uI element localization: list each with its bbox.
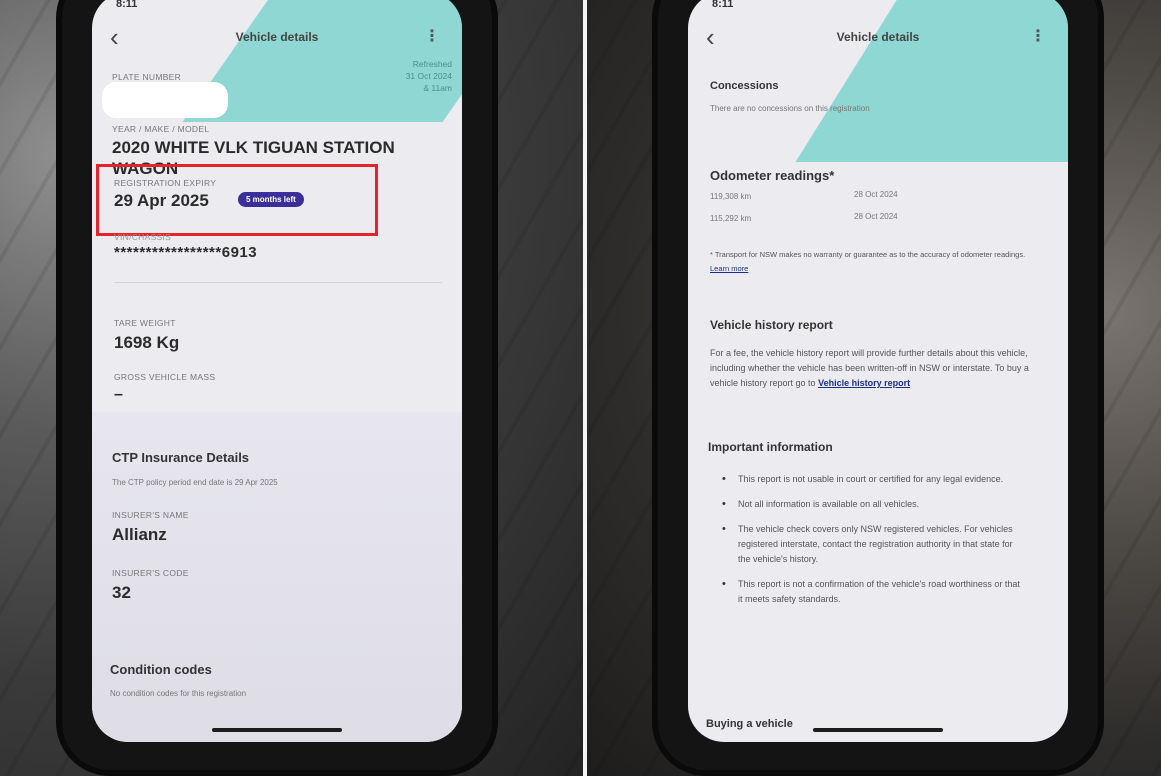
history-text: For a fee, the vehicle history report wi… [710, 346, 1040, 391]
redacted-plate [102, 82, 228, 118]
refreshed-date: 31 Oct 2024 [405, 71, 452, 81]
odometer-heading: Odometer readings* [710, 168, 835, 183]
tare-weight-label: TARE WEIGHT [114, 318, 176, 328]
gvm-label: GROSS VEHICLE MASS [114, 372, 216, 382]
refreshed-label: Refreshed [412, 59, 452, 69]
left-photo: 8:11 ‹ Vehicle details ⋮ PLATE NUMBER Re… [0, 0, 583, 776]
important-item-2: Not all information is available on all … [716, 497, 1026, 512]
months-left-badge: 5 months left [238, 192, 304, 207]
concessions-heading: Concessions [710, 80, 779, 92]
important-item-1: This report is not usable in court or ce… [716, 472, 1026, 487]
app-header: ‹ Vehicle details ⋮ [92, 22, 462, 56]
ctp-heading: CTP Insurance Details [112, 450, 250, 465]
important-list: This report is not usable in court or ce… [716, 472, 1026, 617]
condition-codes-heading: Condition codes [110, 662, 212, 677]
home-indicator[interactable] [212, 728, 342, 732]
concessions-text: There are no concessions on this registr… [710, 104, 870, 113]
learn-more-link[interactable]: Learn more [710, 264, 748, 273]
ymm-label: YEAR / MAKE / MODEL [112, 124, 210, 134]
page-title: Vehicle details [235, 30, 319, 44]
odometer-date-2: 28 Oct 2024 [854, 212, 898, 221]
more-options-icon[interactable]: ⋮ [424, 26, 440, 46]
condition-codes-text: No condition codes for this registration [110, 689, 247, 698]
rego-expiry-label: REGISTRATION EXPIRY [114, 178, 217, 188]
ctp-text: The CTP policy period end date is 29 Apr… [112, 478, 278, 487]
gvm-value: – [114, 386, 123, 403]
insurer-name-label: INSURER'S NAME [112, 510, 189, 520]
refreshed-time: & 11am [423, 83, 452, 93]
vehicle-history-report-link[interactable]: Vehicle history report [818, 378, 910, 388]
home-indicator[interactable] [813, 728, 943, 732]
important-heading: Important information [708, 440, 833, 454]
insurer-code-value: 32 [112, 583, 131, 602]
vehicle-details-screen-scrolled: 8:11 ‹ Vehicle details ⋮ Concessions The… [688, 0, 1068, 742]
page-title: Vehicle details [836, 30, 920, 44]
odometer-reading-1: 119,308 km [710, 192, 752, 201]
right-photo: 8:11 ‹ Vehicle details ⋮ Concessions The… [587, 0, 1161, 776]
odometer-note: * Transport for NSW makes no warranty or… [710, 248, 1030, 276]
vin-label: VIN/CHASSIS [114, 232, 172, 242]
vin-value: *****************6913 [114, 244, 258, 261]
divider [114, 282, 442, 283]
status-time: 8:11 [116, 0, 138, 10]
history-heading: Vehicle history report [710, 318, 833, 332]
plate-number-label: PLATE NUMBER [112, 72, 182, 82]
more-options-icon[interactable]: ⋮ [1030, 26, 1046, 46]
odometer-note-text: * Transport for NSW makes no warranty or… [710, 250, 1026, 259]
odometer-date-1: 28 Oct 2024 [854, 190, 898, 199]
important-item-3: The vehicle check covers only NSW regist… [716, 522, 1026, 567]
vehicle-details-screen: 8:11 ‹ Vehicle details ⋮ PLATE NUMBER Re… [92, 0, 462, 742]
important-item-4: This report is not a confirmation of the… [716, 577, 1026, 607]
insurer-code-label: INSURER'S CODE [112, 568, 189, 578]
refreshed-info: Refreshed 31 Oct 2024 & 11am [406, 58, 452, 94]
rego-expiry-value: 29 Apr 2025 [114, 191, 209, 210]
app-header: ‹ Vehicle details ⋮ [688, 22, 1068, 56]
insurer-name-value: Allianz [112, 525, 167, 544]
odometer-reading-2: 115,292 km [710, 214, 752, 223]
phone-left: 8:11 ‹ Vehicle details ⋮ PLATE NUMBER Re… [62, 0, 492, 770]
status-time: 8:11 [712, 0, 734, 10]
tare-weight-value: 1698 Kg [114, 333, 180, 352]
buying-heading: Buying a vehicle [706, 718, 793, 730]
phone-right: 8:11 ‹ Vehicle details ⋮ Concessions The… [658, 0, 1098, 770]
